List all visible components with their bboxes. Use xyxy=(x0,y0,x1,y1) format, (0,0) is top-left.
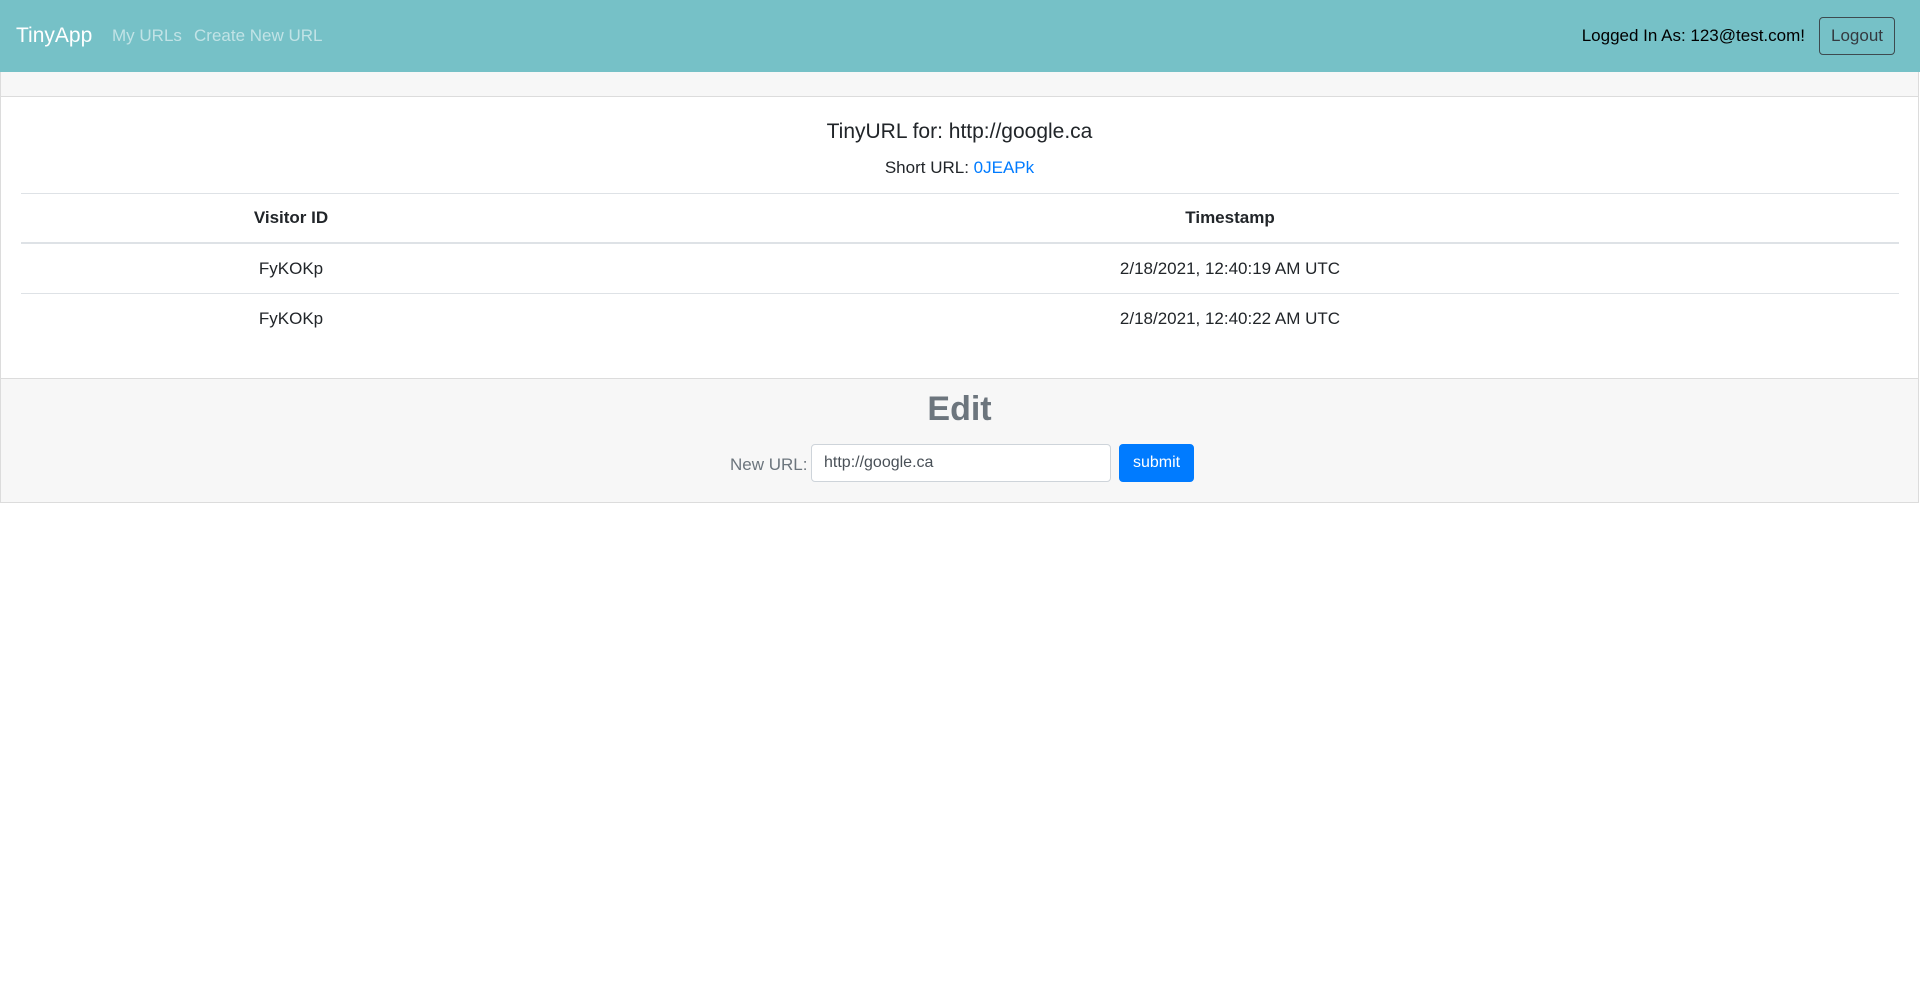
url-details-card: TinyURL for: http://google.ca Short URL:… xyxy=(0,72,1919,503)
submit-button[interactable]: submit xyxy=(1119,444,1195,482)
page-title: TinyURL for: http://google.ca xyxy=(826,120,1093,143)
short-url-label: Short URL: xyxy=(884,158,969,177)
nav-link-my-urls[interactable]: My URLs xyxy=(112,25,182,47)
new-url-input[interactable] xyxy=(811,444,1111,482)
timestamp-cell: 2/18/2021, 12:40:22 AM UTC xyxy=(561,293,1899,343)
navbar: TinyApp My URLs Create New URL Logged In… xyxy=(0,0,1920,72)
short-url-link[interactable]: 0JEAPk xyxy=(974,158,1034,177)
table-header-row: Visitor ID Timestamp xyxy=(21,193,1899,244)
short-url-line: Short URL: 0JEAPk xyxy=(1,157,1918,179)
visits-table: Visitor ID Timestamp FyKOKp 2/18/2021, 1… xyxy=(21,193,1899,343)
column-header-timestamp: Timestamp xyxy=(561,193,1899,244)
brand-logo[interactable]: TinyApp xyxy=(16,22,92,50)
logged-in-status: Logged In As: 123@test.com! xyxy=(1581,26,1805,45)
edit-section: Edit New URL: submit xyxy=(1,378,1918,502)
visitor-id-cell: FyKOKp xyxy=(21,293,561,343)
timestamp-cell: 2/18/2021, 12:40:19 AM UTC xyxy=(561,242,1899,294)
logout-button[interactable]: Logout xyxy=(1819,17,1895,55)
nav-link-create-new-url[interactable]: Create New URL xyxy=(194,25,323,47)
visitor-id-cell: FyKOKp xyxy=(21,242,561,294)
table-row: FyKOKp 2/18/2021, 12:40:19 AM UTC xyxy=(21,242,1899,294)
edit-title: Edit xyxy=(927,390,992,428)
column-header-visitor-id: Visitor ID xyxy=(21,193,561,244)
card-header xyxy=(1,72,1918,97)
new-url-label: New URL: xyxy=(730,455,808,474)
table-row: FyKOKp 2/18/2021, 12:40:22 AM UTC xyxy=(21,293,1899,343)
